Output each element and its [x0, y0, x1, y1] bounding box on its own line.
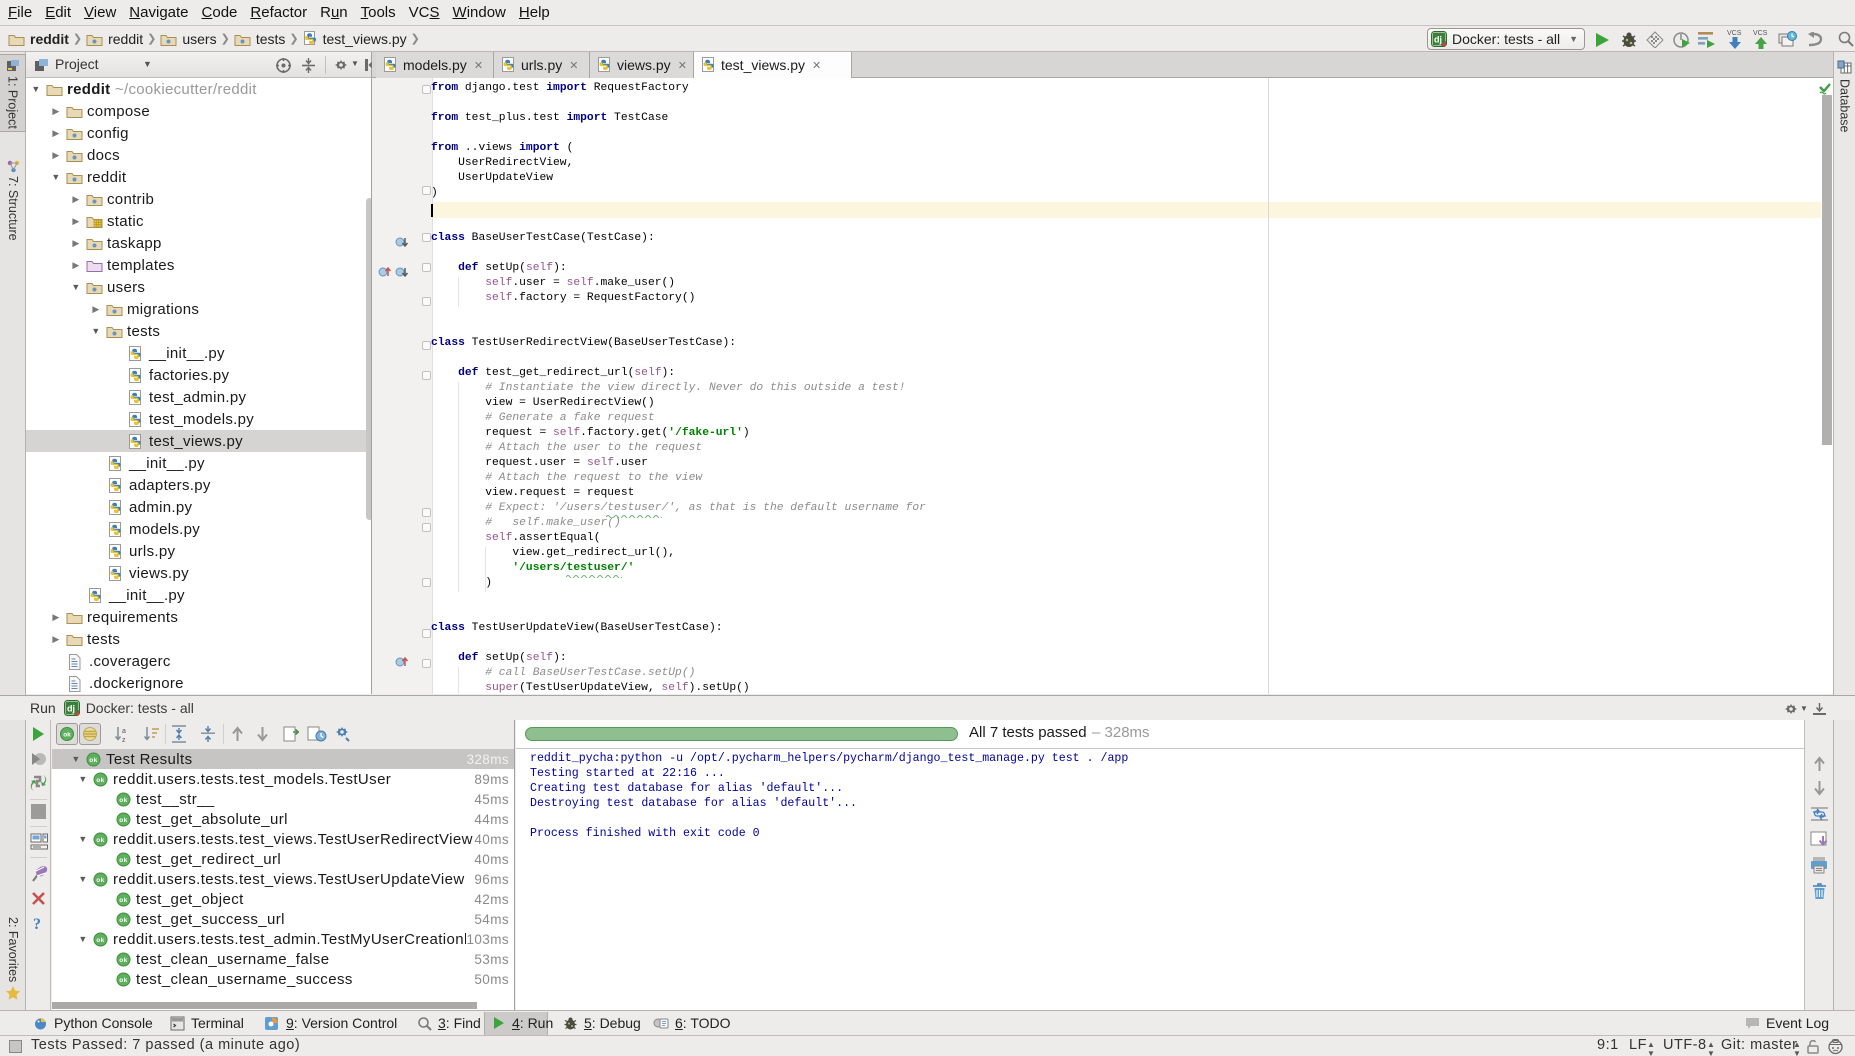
svg-text:ok: ok [119, 797, 127, 804]
svg-text:ok: ok [119, 977, 127, 984]
svg-text:ok: ok [119, 857, 127, 864]
svg-text:ok: ok [119, 897, 127, 904]
svg-text:ok: ok [96, 837, 104, 844]
svg-text:dj: dj [1434, 35, 1442, 45]
svg-text:a: a [122, 728, 126, 735]
svg-text:ok: ok [89, 757, 97, 764]
svg-text:ok: ok [119, 957, 127, 964]
svg-text:ok: ok [96, 877, 104, 884]
svg-text:ok: ok [96, 777, 104, 784]
svg-text:ok: ok [119, 917, 127, 924]
svg-text:dj: dj [67, 704, 75, 714]
svg-text:ok: ok [96, 937, 104, 944]
svg-text:ok: ok [119, 817, 127, 824]
svg-text:ok: ok [63, 732, 71, 739]
svg-text:z: z [122, 737, 126, 743]
